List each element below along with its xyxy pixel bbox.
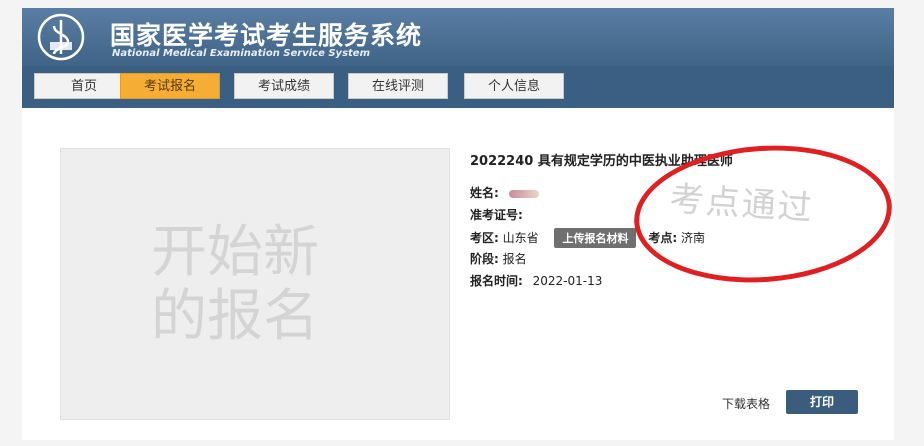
main-nav: 首页 考试报名 考试成绩 在线评测 个人信息 <box>22 66 894 108</box>
start-new-registration-button[interactable]: 开始新 的报名 <box>60 148 450 420</box>
tab-exam-registration[interactable]: 考试报名 <box>120 73 220 99</box>
main-content: 开始新 的报名 2022240 具有规定学历的中医执业助理医师 姓名: 准考证号… <box>22 108 897 440</box>
stage-row: 阶段: 报名 <box>470 250 527 267</box>
site-header: 国家医学考试考生服务系统 National Medical Examinatio… <box>22 8 894 66</box>
print-button[interactable]: 打印 <box>786 390 858 414</box>
name-label: 姓名: <box>470 186 499 200</box>
name-row: 姓名: <box>470 184 539 201</box>
time-value: 2022-01-13 <box>532 274 603 288</box>
redacted-name <box>508 189 539 198</box>
stage-value: 报名 <box>502 252 527 266</box>
tab-online-assessment[interactable]: 在线评测 <box>348 73 448 99</box>
tab-home[interactable]: 首页 <box>34 73 134 99</box>
tab-exam-scores[interactable]: 考试成绩 <box>234 73 334 99</box>
upload-materials-button[interactable]: 上传报名材料 <box>554 228 637 248</box>
district-label: 考区: <box>470 231 499 245</box>
ticket-row: 准考证号: <box>470 206 523 223</box>
district-value: 山东省 <box>502 231 539 245</box>
ticket-label: 准考证号: <box>470 208 523 222</box>
medical-emblem-icon <box>37 13 85 61</box>
site-title: 国家医学考试考生服务系统 <box>110 21 423 50</box>
start-new-registration-label: 开始新 的报名 <box>151 220 319 349</box>
time-row: 报名时间: 2022-01-13 <box>470 272 602 289</box>
site-subtitle: National Medical Examination Service Sys… <box>112 48 371 59</box>
stage-label: 阶段: <box>470 252 499 266</box>
time-label: 报名时间: <box>470 274 523 288</box>
download-form-link[interactable]: 下载表格 <box>722 395 770 412</box>
tab-personal-info[interactable]: 个人信息 <box>464 73 564 99</box>
